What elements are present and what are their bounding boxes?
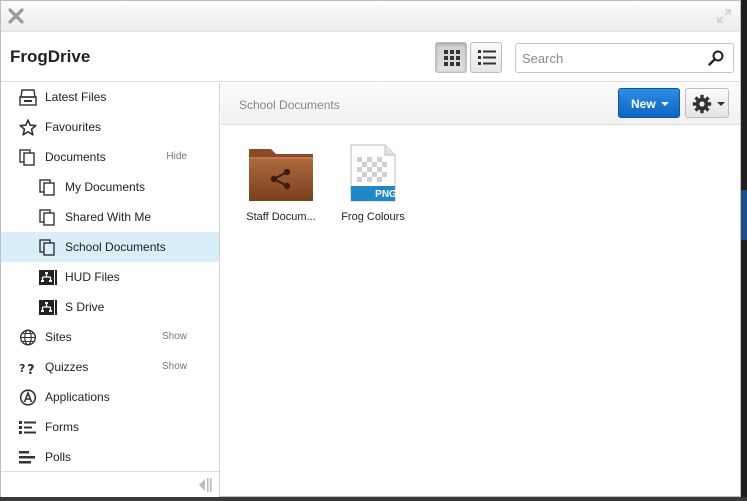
background-taskbar-edge <box>0 497 747 501</box>
sidebar-item-label: Sites <box>45 330 72 344</box>
background-window-accent <box>741 190 747 240</box>
sidebar-item-label: Polls <box>45 450 72 464</box>
sidebar-item-label: Forms <box>45 420 79 434</box>
sidebar-item-label: Documents <box>45 150 106 164</box>
list-view-button[interactable] <box>470 42 502 73</box>
show-toggle[interactable]: Show <box>162 331 187 342</box>
hide-toggle[interactable]: Hide <box>166 151 187 162</box>
sidebar-item-school-documents[interactable]: School Documents <box>1 232 219 262</box>
sidebar-item-label: My Documents <box>65 180 146 194</box>
sidebar-item-polls[interactable]: Polls <box>1 442 219 472</box>
forms-icon <box>19 421 36 434</box>
gear-icon <box>692 94 712 114</box>
svg-text:?: ? <box>19 362 25 375</box>
star-icon <box>19 119 37 136</box>
sidebar-item-label: Latest Files <box>45 90 107 104</box>
background-window-edge <box>741 0 747 501</box>
search-input[interactable] <box>516 44 701 72</box>
documents-icon <box>39 239 55 256</box>
content-pane: School Documents New Staff Docum... PNG … <box>221 83 740 497</box>
network-drive-icon <box>39 270 57 285</box>
new-button-label: New <box>631 97 656 111</box>
sidebar-item-s-drive[interactable]: S Drive <box>1 292 219 322</box>
sidebar-item-label: School Documents <box>65 240 166 254</box>
expand-icon[interactable] <box>717 9 731 23</box>
sidebar-item-documents[interactable]: Documents Hide <box>1 142 219 172</box>
sidebar: Latest Files Favourites Documents Hide M… <box>1 83 220 497</box>
settings-menu-button[interactable] <box>685 88 729 118</box>
sidebar-item-applications[interactable]: Applications <box>1 382 219 412</box>
applications-icon <box>19 389 37 406</box>
polls-icon <box>19 451 35 464</box>
show-toggle[interactable]: Show <box>162 361 187 372</box>
grid-icon <box>444 50 460 66</box>
latest-files-icon <box>19 89 37 106</box>
list-icon <box>478 50 496 65</box>
png-badge: PNG <box>375 189 397 200</box>
file-name: Staff Docum... <box>246 211 316 223</box>
sidebar-item-favourites[interactable]: Favourites <box>1 112 219 142</box>
file-name: Frog Colours <box>341 211 405 223</box>
sidebar-item-shared-with-me[interactable]: Shared With Me <box>1 202 219 232</box>
search-icon[interactable] <box>708 50 724 66</box>
documents-icon <box>39 209 55 226</box>
sidebar-item-latest-files[interactable]: Latest Files <box>1 82 219 112</box>
documents-icon <box>19 149 35 166</box>
quiz-icon: ? ? <box>19 362 35 376</box>
globe-icon <box>19 329 37 346</box>
content-toolbar: School Documents New <box>221 83 740 125</box>
svg-text:?: ? <box>27 363 35 376</box>
new-button[interactable]: New <box>618 88 680 118</box>
close-icon[interactable] <box>7 6 25 26</box>
file-item-frog-colours[interactable]: PNG Frog Colours <box>335 143 411 229</box>
sidebar-footer <box>1 471 219 497</box>
sidebar-item-label: Shared With Me <box>65 210 152 224</box>
sidebar-item-label: Favourites <box>45 120 102 134</box>
sidebar-item-sites[interactable]: Sites Show <box>1 322 219 352</box>
shared-folder-icon <box>249 149 313 201</box>
sidebar-item-label: Quizzes <box>45 360 89 374</box>
app-header: FrogDrive <box>1 33 740 82</box>
network-drive-icon <box>39 300 57 315</box>
sidebar-item-label: HUD Files <box>65 270 120 284</box>
grid-view-button[interactable] <box>435 42 467 73</box>
sidebar-item-label: S Drive <box>65 300 105 314</box>
app-title: FrogDrive <box>10 47 91 66</box>
breadcrumb: School Documents <box>239 98 340 112</box>
sidebar-item-forms[interactable]: Forms <box>1 412 219 442</box>
sidebar-item-label: Applications <box>45 390 110 404</box>
search-box <box>515 43 734 73</box>
caret-down-icon <box>717 102 725 106</box>
window-titlebar <box>1 1 740 32</box>
sidebar-item-quizzes[interactable]: ? ? Quizzes Show <box>1 352 219 382</box>
caret-down-icon <box>661 102 669 106</box>
collapse-sidebar-icon[interactable] <box>197 477 213 493</box>
frogdrive-window: FrogDrive Search Latest Files Favourites… <box>0 0 741 497</box>
file-item-staff-documents[interactable]: Staff Docum... <box>243 143 319 229</box>
sidebar-item-my-documents[interactable]: My Documents <box>1 172 219 202</box>
documents-icon <box>39 179 55 196</box>
sidebar-item-hud-files[interactable]: HUD Files <box>1 262 219 292</box>
